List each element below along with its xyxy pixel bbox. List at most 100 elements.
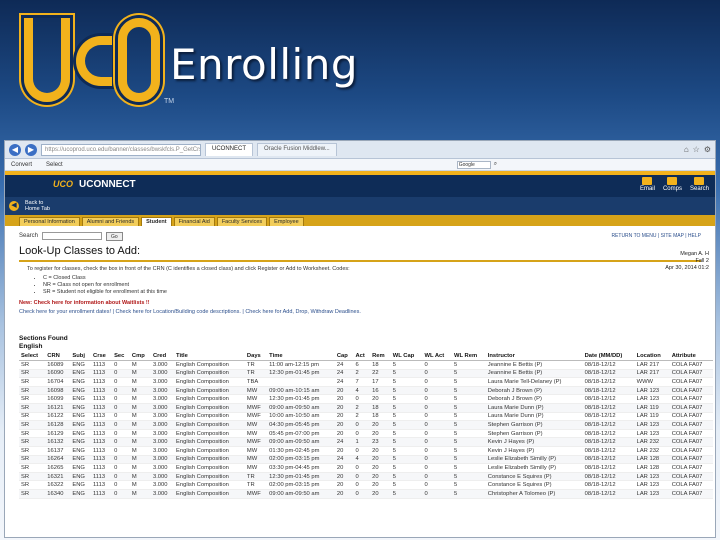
back-arrow-icon[interactable]: ◀ [9, 143, 21, 156]
waitlist-link[interactable]: New: Check here for information about Wa… [19, 300, 701, 306]
table-cell: M [129, 429, 151, 439]
help-links[interactable]: Check here for your enrollment dates! | … [19, 309, 701, 315]
table-cell: 1113 [91, 420, 113, 430]
table-cell: 5 [390, 369, 423, 379]
table-cell: 20 [370, 420, 391, 430]
table-cell: COLA FA07 [669, 455, 713, 465]
search-link[interactable]: Search [690, 176, 709, 192]
user-term: Fall 2 [695, 258, 709, 264]
table-cell: 3.000 [150, 429, 175, 439]
table-cell: 20 [334, 403, 354, 413]
table-cell: COLA FA07 [669, 369, 713, 379]
table-cell: 16132 [45, 437, 71, 447]
table-cell: Jeannine E Bettis (P) [485, 369, 583, 379]
table-cell: 5 [390, 472, 423, 482]
table-cell: MWF [244, 489, 268, 499]
table-cell: M [129, 446, 151, 456]
table-row: SR 16090 ENG 1113 0 M 3.000 English Composition… [19, 369, 713, 379]
table-cell: 20 [334, 463, 354, 473]
table-cell: 17 [370, 377, 391, 387]
table-cell: 08/18-12/12 [582, 369, 635, 379]
table-cell: 0 [112, 369, 130, 379]
tab-employee[interactable]: Employee [269, 217, 304, 226]
table-cell: TR [244, 472, 268, 482]
page-title: Look-Up Classes to Add: [19, 245, 141, 257]
tab-student[interactable]: Student [141, 217, 172, 226]
home-icon[interactable]: ⌂ [684, 145, 689, 154]
table-body: SR 16089 ENG 1113 0 M 3.000 English Composition… [19, 360, 713, 499]
search-icon[interactable]: ⌕ [494, 161, 497, 168]
table-cell: 5 [390, 437, 423, 447]
tab-oracle[interactable]: Oracle Fusion Middlew... [257, 143, 337, 156]
column-header: Location [634, 352, 670, 361]
email-link[interactable]: Email [640, 176, 655, 192]
table-cell: 0 [112, 420, 130, 430]
table-cell: Deborah J Brown (P) [485, 394, 583, 404]
tab-alumni-and-friends[interactable]: Alumni and Friends [81, 217, 140, 226]
table-cell: 5 [390, 412, 423, 422]
table-cell: 5 [452, 429, 486, 439]
table-cell: 08/18-12/12 [582, 394, 635, 404]
star-icon[interactable]: ☆ [693, 145, 700, 154]
select-cell: SR [19, 386, 46, 396]
tab-personal-information[interactable]: Personal Information [19, 217, 80, 226]
table-cell: MW [244, 386, 268, 396]
tab-faculty-services[interactable]: Faculty Services [216, 217, 268, 226]
table-cell: English Composition [174, 403, 245, 413]
table-cell: 3.000 [150, 489, 175, 499]
select-cell: SR [19, 480, 46, 490]
column-header: Cap [334, 352, 354, 361]
table-cell: 20 [370, 463, 391, 473]
favorite-select[interactable]: Select [46, 162, 63, 168]
table-cell: 16322 [45, 480, 71, 490]
table-cell: ENG [70, 446, 92, 456]
select-cell: SR [19, 394, 46, 404]
table-cell: ENG [70, 429, 92, 439]
column-header: Days [244, 352, 268, 361]
table-cell: M [129, 377, 151, 387]
table-cell: 5 [452, 420, 486, 430]
table-cell: 3.000 [150, 455, 175, 465]
go-button[interactable]: Go [106, 231, 123, 241]
table-cell: Stephen Garrison (P) [485, 429, 583, 439]
top-links[interactable]: RETURN TO MENU | SITE MAP | HELP [611, 233, 701, 239]
address-bar[interactable]: https://ucoprod.uco.edu/banner/classes/b… [41, 143, 201, 156]
table-cell: 09:00 am-09:50 am [267, 403, 335, 413]
browser-search-input[interactable]: Google [456, 160, 491, 169]
sections-found-heading: Sections Found [19, 335, 68, 342]
table-cell: 0 [422, 455, 453, 465]
table-cell: 5 [390, 455, 423, 465]
tab-uconnect[interactable]: UCONNECT [205, 143, 253, 156]
table-cell: 3.000 [150, 403, 175, 413]
table-cell: 1113 [91, 429, 113, 439]
table-cell: 04:30 pm-05:45 pm [267, 420, 335, 430]
search-input[interactable] [42, 232, 103, 240]
favorite-convert[interactable]: Convert [11, 162, 32, 168]
table-cell: 0 [112, 403, 130, 413]
table-cell: 2 [353, 369, 371, 379]
select-cell: SR [19, 420, 46, 430]
gear-icon[interactable]: ⚙ [704, 145, 711, 154]
table-cell: 1113 [91, 437, 113, 447]
tab-financial-aid[interactable]: Financial Aid [173, 217, 215, 226]
table-cell: 20 [334, 446, 354, 456]
column-header: Title [174, 352, 245, 361]
table-row: SR 16265 ENG 1113 0 M 3.000 English Composition… [19, 463, 713, 473]
table-cell: 5 [452, 360, 486, 370]
table-cell: 7 [353, 377, 371, 387]
table-cell: 3.000 [150, 437, 175, 447]
trademark-mark: TM [164, 98, 175, 105]
table-cell: 3.000 [150, 394, 175, 404]
table-cell: 23 [370, 437, 391, 447]
table-cell: 1113 [91, 412, 113, 422]
table-cell: 5 [452, 386, 486, 396]
subject-heading: English [19, 343, 43, 350]
comps-link[interactable]: Comps [663, 176, 682, 192]
back-to-home[interactable]: ◀ Back to Home Tab [5, 197, 715, 215]
table-cell: 0 [353, 420, 371, 430]
forward-arrow-icon[interactable]: ▶ [25, 143, 37, 156]
column-header: Sec [112, 352, 130, 361]
table-cell: 20 [334, 472, 354, 482]
table-cell: English Composition [174, 412, 245, 422]
table-cell: 5 [452, 472, 486, 482]
